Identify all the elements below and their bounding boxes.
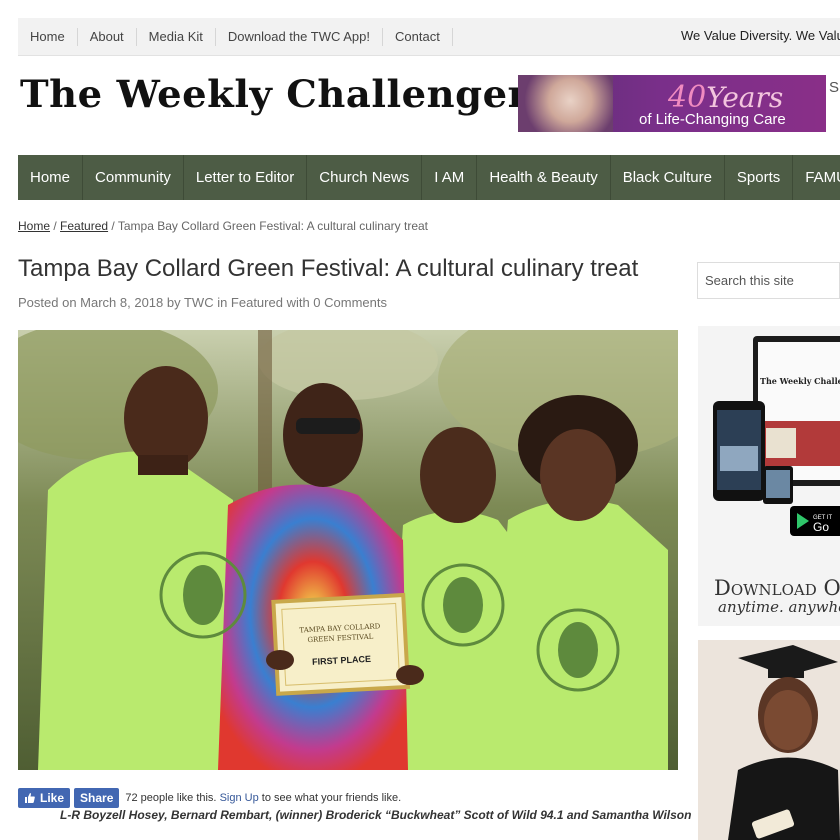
app-ad-subtitle: anytime. anywhe bbox=[718, 598, 840, 616]
ad-tagline: of Life-Changing Care bbox=[639, 111, 786, 128]
diversity-tagline: We Value Diversity. We Value bbox=[681, 28, 840, 43]
facebook-like-button[interactable]: Like bbox=[18, 788, 71, 808]
article-title: Tampa Bay Collard Green Festival: A cult… bbox=[18, 255, 639, 282]
top-nav-media-kit[interactable]: Media Kit bbox=[137, 28, 216, 46]
ad-years-word: Years bbox=[706, 81, 784, 114]
breadcrumb-home[interactable]: Home bbox=[18, 219, 50, 233]
graduate-ad[interactable] bbox=[698, 640, 840, 840]
main-nav-famu[interactable]: FAMU bbox=[793, 155, 840, 200]
breadcrumb-current: Tampa Bay Collard Green Festival: A cult… bbox=[117, 219, 428, 233]
like-label: Like bbox=[40, 791, 65, 805]
top-nav-about[interactable]: About bbox=[78, 28, 137, 46]
facebook-like-count: 72 people like this. Sign Up to see what… bbox=[125, 792, 401, 804]
graduate-illustration bbox=[698, 640, 840, 840]
top-nav-contact[interactable]: Contact bbox=[383, 28, 453, 46]
signup-suffix-text: to see what your friends like. bbox=[261, 792, 402, 804]
facebook-share-button[interactable]: Share bbox=[74, 788, 120, 808]
facebook-like-row: Like Share 72 people like this. Sign Up … bbox=[18, 788, 401, 808]
top-nav: Home About Media Kit Download the TWC Ap… bbox=[18, 18, 453, 56]
app-ad-title: Download O bbox=[714, 576, 840, 600]
ad-portrait-image bbox=[518, 75, 613, 132]
facebook-signup-link[interactable]: Sign Up bbox=[220, 792, 259, 804]
main-nav-church-news[interactable]: Church News bbox=[307, 155, 423, 200]
main-nav-community[interactable]: Community bbox=[83, 155, 184, 200]
app-devices-illustration: The Weekly Challenger GET IT Go bbox=[713, 336, 840, 536]
header-ad-banner[interactable]: 40Years of Life-Changing Care S bbox=[518, 75, 840, 132]
main-nav-black-culture[interactable]: Black Culture bbox=[611, 155, 725, 200]
breadcrumb-featured[interactable]: Featured bbox=[60, 219, 108, 233]
ad-years-text: 40Years bbox=[668, 80, 783, 115]
app-mock-logo: The Weekly Challenger bbox=[760, 376, 840, 386]
thumbs-up-icon bbox=[25, 793, 35, 803]
store-badge-bottom: Go bbox=[813, 520, 829, 534]
main-nav-letter-to-editor[interactable]: Letter to Editor bbox=[184, 155, 308, 200]
like-count-text: 72 people like this. bbox=[125, 792, 217, 804]
top-utility-bar: Home About Media Kit Download the TWC Ap… bbox=[18, 18, 840, 56]
breadcrumb: Home / Featured / Tampa Bay Collard Gree… bbox=[18, 219, 428, 233]
ad-edge-letter: S bbox=[826, 75, 840, 132]
site-logo[interactable]: The Weekly Challenger bbox=[20, 72, 528, 116]
article-meta: Posted on March 8, 2018 by TWC in Featur… bbox=[18, 295, 387, 310]
app-download-ad[interactable]: The Weekly Challenger GET IT Go Download… bbox=[698, 326, 840, 626]
main-nav-i-am[interactable]: I AM bbox=[422, 155, 478, 200]
main-nav: Home Community Letter to Editor Church N… bbox=[18, 155, 840, 200]
photo-caption: L-R Boyzell Hosey, Bernard Rembart, (win… bbox=[60, 808, 692, 822]
main-nav-sports[interactable]: Sports bbox=[725, 155, 794, 200]
ad-edge-text: S bbox=[829, 79, 840, 96]
main-nav-home[interactable]: Home bbox=[18, 155, 84, 200]
ad-years-number: 40 bbox=[668, 80, 707, 115]
top-nav-home[interactable]: Home bbox=[18, 28, 78, 46]
main-nav-health-beauty[interactable]: Health & Beauty bbox=[477, 155, 611, 200]
featured-photo-illustration: TAMPA BAY COLLARD GREEN FESTIVAL FIRST P… bbox=[18, 330, 678, 770]
featured-photo: TAMPA BAY COLLARD GREEN FESTIVAL FIRST P… bbox=[18, 330, 678, 770]
site-search-input[interactable] bbox=[697, 262, 840, 299]
top-nav-download-app[interactable]: Download the TWC App! bbox=[216, 28, 383, 46]
